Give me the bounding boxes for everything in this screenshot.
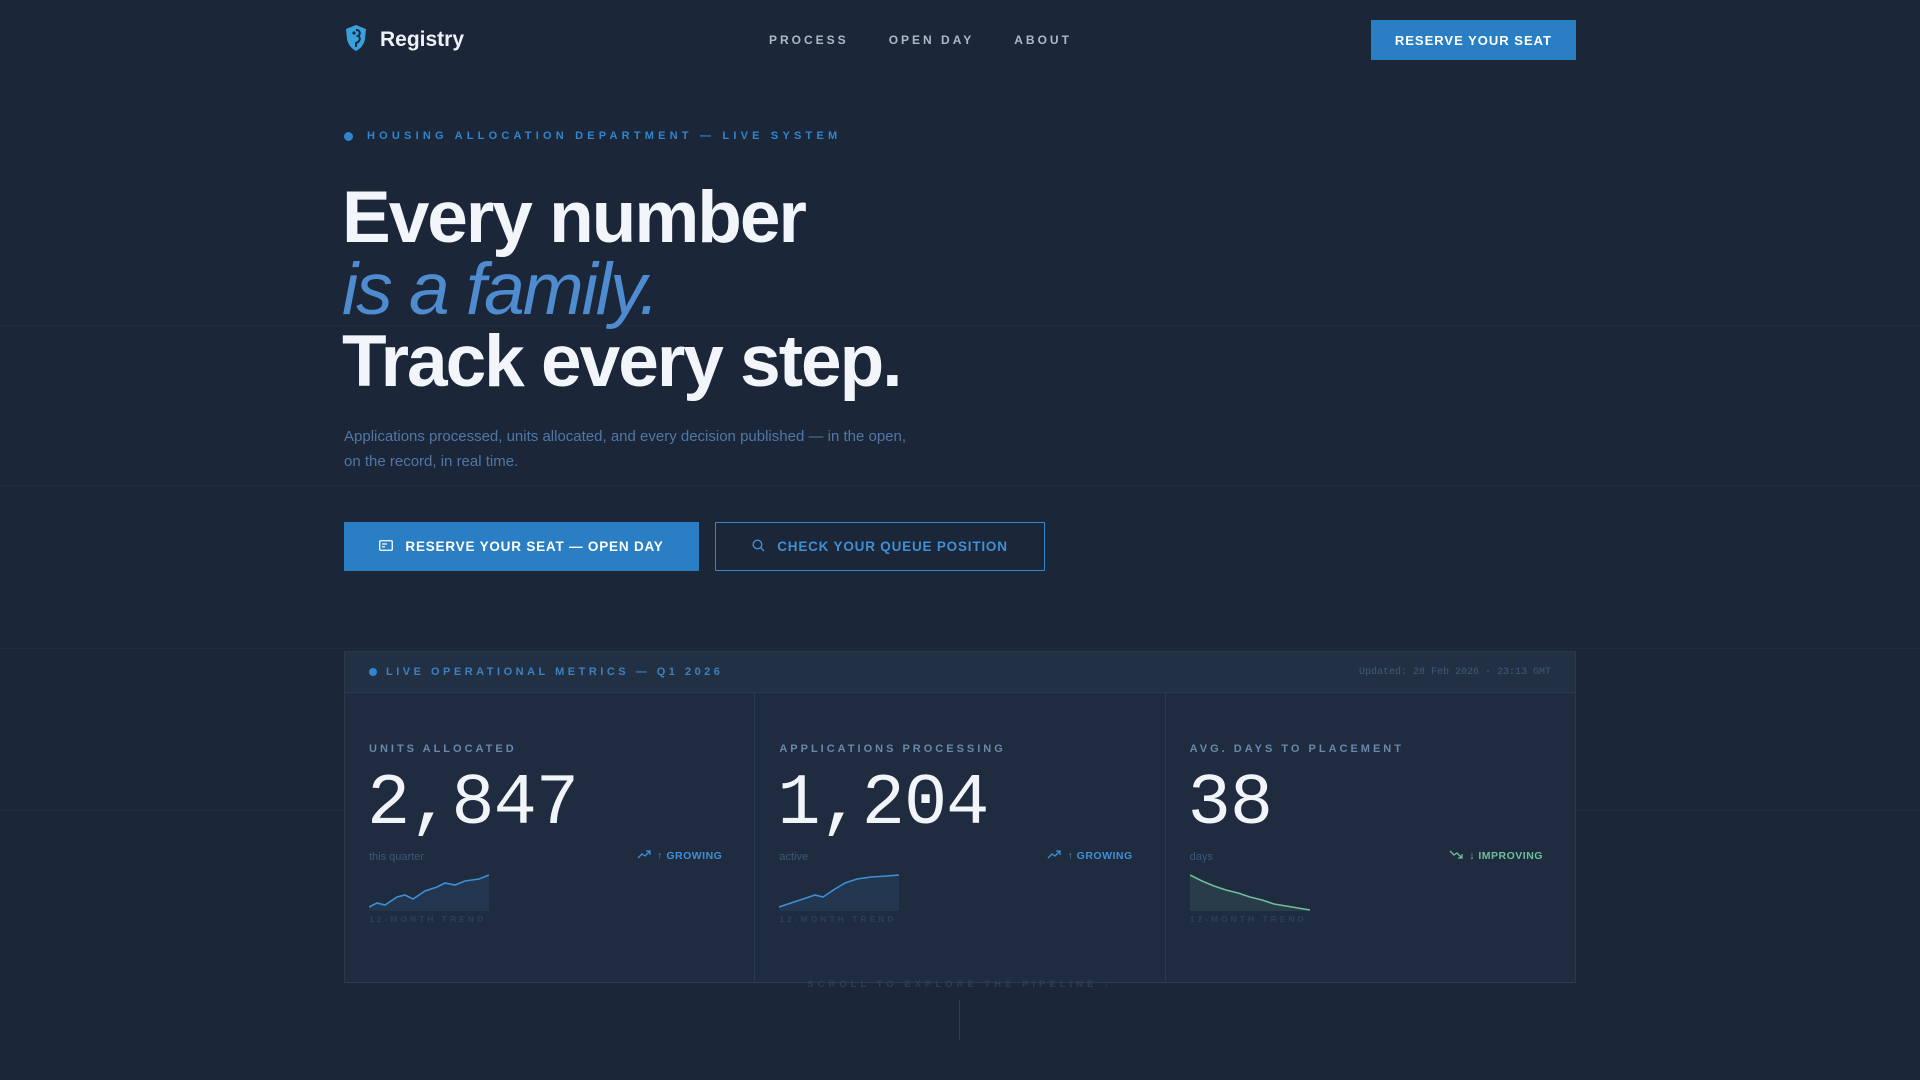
search-icon <box>752 538 765 555</box>
metric-label: UNITS ALLOCATED <box>369 743 517 755</box>
metric-value: 1,204 <box>777 763 989 845</box>
metrics-panel-header: LIVE OPERATIONAL METRICS — Q1 2026 Updat… <box>345 652 1575 693</box>
nav-link-process[interactable]: PROCESS <box>769 33 849 47</box>
trending-up-icon <box>1047 850 1062 862</box>
metric-unit: active <box>779 851 809 863</box>
check-queue-position-button[interactable]: CHECK YOUR QUEUE POSITION <box>715 522 1045 571</box>
secondary-button-label: CHECK YOUR QUEUE POSITION <box>777 539 1008 554</box>
seahorse-shield-icon <box>344 24 368 57</box>
last-updated-timestamp: Updated: 28 Feb 2026 · 23:13 GMT <box>1358 666 1551 678</box>
trending-down-icon <box>1449 850 1463 862</box>
metrics-panel: LIVE OPERATIONAL METRICS — Q1 2026 Updat… <box>344 651 1576 983</box>
reserve-seat-nav-button[interactable]: RESERVE YOUR SEAT <box>1370 20 1576 60</box>
metric-trend: ↓ IMPROVING <box>1449 850 1543 862</box>
brand-name: Registry <box>380 28 465 51</box>
sparkline-label: 12-MONTH TREND <box>1189 914 1307 924</box>
metric-trend-label: ↑ GROWING <box>1067 850 1133 862</box>
metric-value: 38 <box>1187 763 1273 845</box>
metric-unit: this quarter <box>369 851 425 863</box>
scroll-hint[interactable]: SCROLL TO EXPLORE THE PIPELINE ↓ <box>0 979 1920 990</box>
nav-link-open-day[interactable]: OPEN DAY <box>889 33 975 47</box>
metrics-row: UNITS ALLOCATED 2,847 this quarter ↑ GRO… <box>345 693 1575 983</box>
headline-line-2: is a family. <box>342 249 659 330</box>
headline-line-1: Every number <box>342 177 807 258</box>
metric-trend-label: ↓ IMPROVING <box>1469 850 1543 862</box>
metric-card-avg-days-to-placement: AVG. DAYS TO PLACEMENT 38 days ↓ IMPROVI… <box>1164 693 1575 983</box>
hero-subcopy: Applications processed, units allocated,… <box>344 428 907 470</box>
metric-trend-label: ↑ GROWING <box>657 850 723 862</box>
ticket-icon <box>379 539 394 554</box>
metric-card-units-allocated: UNITS ALLOCATED 2,847 this quarter ↑ GRO… <box>345 693 754 983</box>
metric-label: AVG. DAYS TO PLACEMENT <box>1189 743 1404 755</box>
scroll-indicator-line <box>959 1000 960 1040</box>
hero-headline: Every number is a family. Track every st… <box>342 177 903 402</box>
sparkline-chart <box>1189 874 1310 911</box>
eyebrow-text: HOUSING ALLOCATION DEPARTMENT — LIVE SYS… <box>367 130 842 142</box>
sparkline-chart <box>369 874 489 911</box>
reserve-seat-open-day-button[interactable]: RESERVE YOUR SEAT — OPEN DAY <box>344 522 699 571</box>
metric-trend: ↑ GROWING <box>637 850 722 862</box>
headline-line-3: Track every step. <box>342 321 903 402</box>
sparkline-chart <box>779 874 900 911</box>
metric-label: APPLICATIONS PROCESSING <box>779 743 1006 755</box>
top-navigation: Registry PROCESS OPEN DAY ABOUT RESERVE … <box>344 20 1576 60</box>
nav-link-about[interactable]: ABOUT <box>1014 33 1072 47</box>
nav-links: PROCESS OPEN DAY ABOUT <box>769 33 1072 47</box>
metric-card-applications-processing: APPLICATIONS PROCESSING 1,204 active ↑ G… <box>754 693 1164 983</box>
trending-up-icon <box>637 850 651 862</box>
metric-value: 2,847 <box>367 763 579 845</box>
sparkline-label: 12-MONTH TREND <box>779 914 897 924</box>
metric-unit: days <box>1189 851 1213 863</box>
primary-button-label: RESERVE YOUR SEAT — OPEN DAY <box>405 539 664 554</box>
hero-eyebrow: HOUSING ALLOCATION DEPARTMENT — LIVE SYS… <box>344 130 841 142</box>
metrics-panel-title: LIVE OPERATIONAL METRICS — Q1 2026 <box>386 666 724 678</box>
live-dot-icon <box>369 668 377 676</box>
brand[interactable]: Registry <box>344 24 464 57</box>
sparkline-label: 12-MONTH TREND <box>369 914 487 924</box>
metric-trend: ↑ GROWING <box>1047 850 1132 862</box>
live-dot-icon <box>344 131 353 141</box>
